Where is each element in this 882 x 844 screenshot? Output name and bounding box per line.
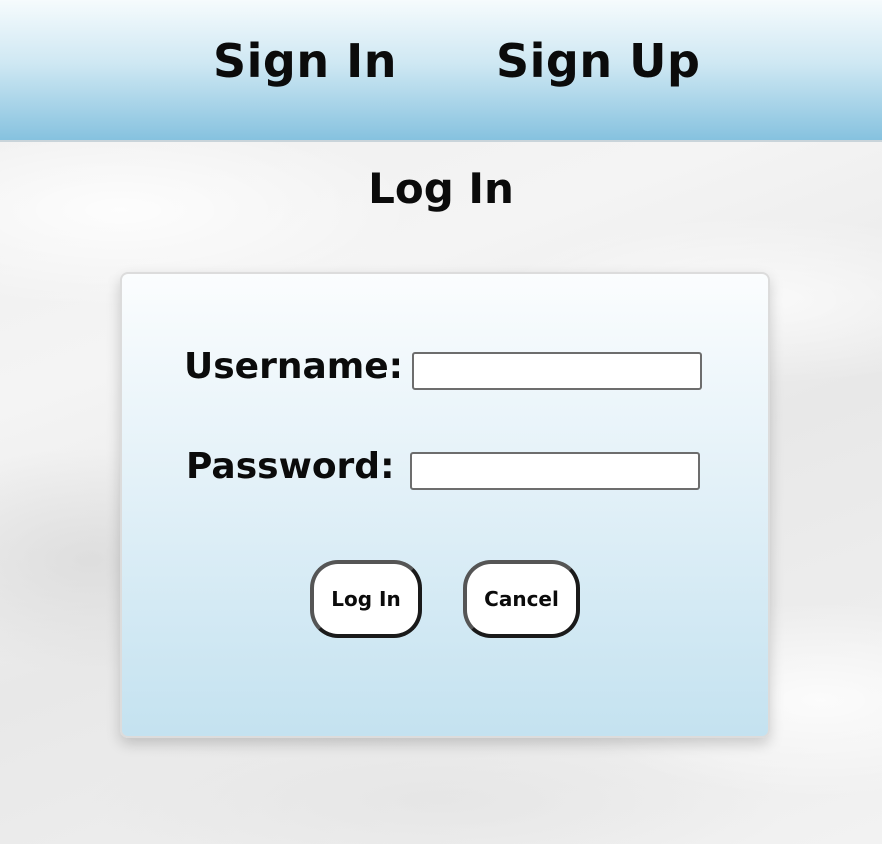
nav-sign-in-link[interactable]: Sign In xyxy=(213,34,397,88)
log-in-button[interactable]: Log In xyxy=(310,560,422,638)
page-title: Log In xyxy=(368,164,514,213)
password-label: Password: xyxy=(186,446,395,487)
login-form-card: Username: Password: Log In Cancel xyxy=(120,272,770,738)
nav-sign-up-link[interactable]: Sign Up xyxy=(496,34,700,88)
cancel-button[interactable]: Cancel xyxy=(463,560,580,638)
username-label: Username: xyxy=(184,346,404,387)
password-input[interactable] xyxy=(410,452,700,490)
top-navigation-bar: Sign In Sign Up xyxy=(0,0,882,142)
username-input[interactable] xyxy=(412,352,702,390)
